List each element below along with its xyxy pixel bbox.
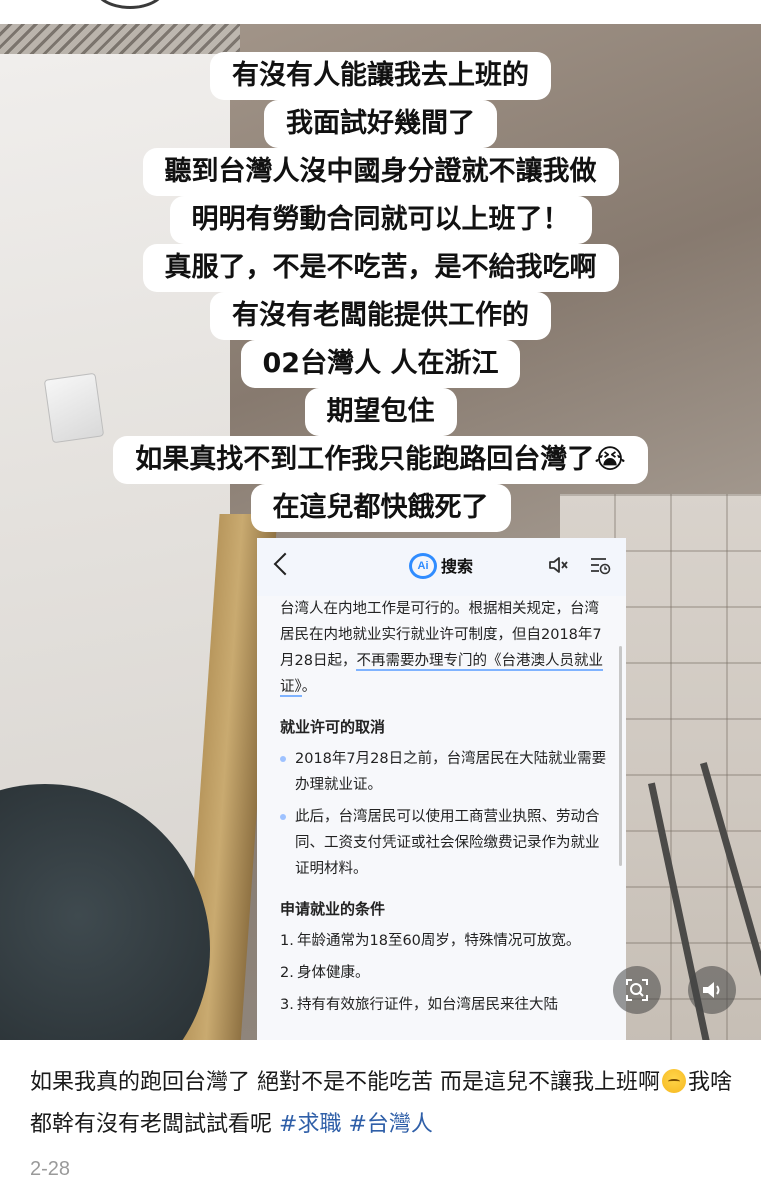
- mute-icon[interactable]: [547, 554, 569, 576]
- post-caption: 如果我真的跑回台灣了 絕對不是不能吃苦 而是這兒不讓我上班啊 我啥都幹有沒有老闆試…: [30, 1062, 740, 1146]
- ai-intro-end: 。: [301, 679, 317, 695]
- caption-line: 有沒有老闆能提供工作的: [210, 292, 551, 340]
- item-text: 身体健康。: [297, 965, 370, 981]
- ai-intro: 台湾人在内地工作是可行的。根据相关规定，台湾居民在内地就业实行就业许可制度，但自…: [280, 596, 610, 700]
- item-number: 2.: [280, 965, 294, 981]
- ai-numbered-item: 2. 身体健康。: [280, 960, 610, 986]
- avatar[interactable]: [92, 0, 168, 9]
- item-text: 持有有效旅行证件，如台湾居民来往大陆: [297, 997, 558, 1013]
- ai-header: Ai 搜索: [257, 538, 626, 596]
- hashtag-taiwanese[interactable]: #台灣人: [348, 1112, 432, 1137]
- caption-line: 真服了，不是不吃苦，是不給我吃啊: [142, 244, 619, 292]
- image-search-button[interactable]: [613, 966, 661, 1014]
- ai-bullet-item: 2018年7月28日之前，台湾居民在大陆就业需要办理就业证。: [280, 746, 610, 798]
- ai-search-screenshot: Ai 搜索 台湾人在内地工作是可行的。根据相关规定，台湾居民在内地就业实行就业许…: [257, 538, 626, 1040]
- item-number: 3.: [280, 997, 294, 1013]
- hashtag-job-seeking[interactable]: #求職: [279, 1112, 341, 1137]
- ai-logo-icon: Ai: [409, 553, 437, 579]
- caption-stack: 有沒有人能讓我去上班的 我面試好幾間了 聽到台灣人沒中國身分證就不讓我做 明明有…: [0, 52, 761, 532]
- item-number: 1.: [280, 933, 294, 949]
- ai-answer: 台湾人在内地工作是可行的。根据相关规定，台湾居民在内地就业实行就业许可制度，但自…: [280, 596, 610, 1024]
- volume-button[interactable]: [688, 966, 736, 1014]
- volume-icon: [703, 982, 720, 998]
- ai-section-title: 申请就业的条件: [280, 900, 386, 918]
- caption-line: 聽到台灣人沒中國身分證就不讓我做: [142, 148, 619, 196]
- image-search-icon: [626, 979, 648, 1001]
- back-icon[interactable]: [273, 552, 297, 576]
- item-text: 年龄通常为18至60周岁，特殊情况可放宽。: [297, 933, 581, 949]
- post-date: 2-28: [30, 1158, 71, 1180]
- scrollbar[interactable]: [619, 646, 622, 866]
- top-strip: [0, 0, 761, 24]
- caption-line: 如果真找不到工作我只能跑路回台灣了😭: [113, 436, 648, 484]
- caption-line: 在這兒都快餓死了: [250, 484, 511, 532]
- caption-line: 02台灣人 人在浙江: [240, 340, 521, 388]
- ai-numbered-item: 1. 年龄通常为18至60周岁，特殊情况可放宽。: [280, 928, 610, 954]
- pensive-face-emoji: [662, 1069, 686, 1093]
- caption-line: 明明有勞動合同就可以上班了！: [169, 196, 592, 244]
- ai-section-title: 就业许可的取消: [280, 718, 386, 736]
- caption-line: 我面試好幾間了: [264, 100, 497, 148]
- caption-line: 期望包住: [304, 388, 457, 436]
- caption-line: 有沒有人能讓我去上班的: [210, 52, 551, 100]
- ai-numbered-item: 3. 持有有效旅行证件，如台湾居民来往大陆: [280, 992, 610, 1018]
- history-list-icon[interactable]: [589, 554, 611, 576]
- ai-title: 搜索: [441, 557, 474, 576]
- post-text: 如果我真的跑回台灣了 絕對不是不能吃苦 而是這兒不讓我上班啊: [30, 1070, 660, 1095]
- ai-bullet-item: 此后，台湾居民可以使用工商营业执照、劳动合同、工资支付凭证或社会保险缴费记录作为…: [280, 804, 610, 882]
